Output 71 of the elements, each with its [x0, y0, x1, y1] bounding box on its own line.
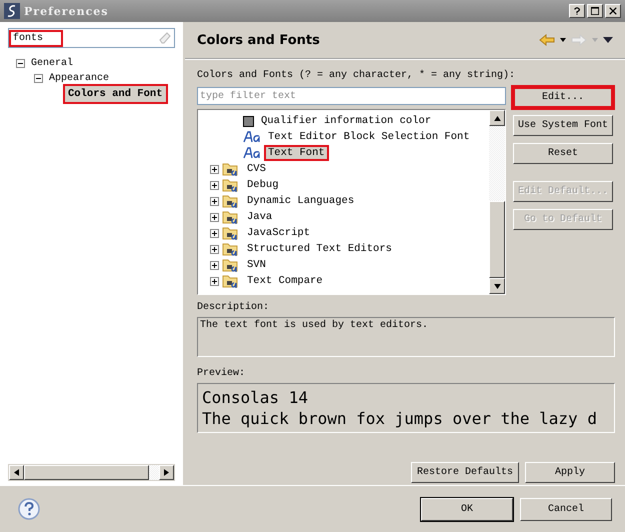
description-label: Description: — [197, 301, 270, 315]
close-icon — [609, 7, 617, 15]
expand-toggle[interactable] — [210, 228, 219, 238]
expand-toggle[interactable] — [210, 212, 219, 222]
close-button[interactable] — [605, 4, 621, 18]
page-button[interactable]: Apply — [525, 462, 615, 483]
filter-field[interactable]: fonts — [8, 28, 175, 48]
folder-font-icon — [222, 193, 240, 209]
window-title: Preferences — [24, 4, 108, 18]
side-button[interactable]: Use System Font — [513, 115, 613, 136]
type-filter-field[interactable]: type filter text — [197, 87, 506, 105]
folder-font-icon — [222, 209, 240, 225]
tree-category[interactable]: Structured Text Editors — [243, 241, 396, 257]
preview-label: Preview: — [197, 367, 246, 381]
tree-item[interactable]: Text Editor Block Selection Font — [264, 129, 474, 145]
tree-category[interactable]: CVS — [243, 161, 270, 177]
tree-item[interactable]: Qualifier information color — [257, 113, 436, 129]
page-title: Colors and Fonts — [197, 32, 320, 48]
view-menu-icon[interactable] — [603, 37, 613, 43]
nav-tree-item[interactable]: General — [27, 56, 78, 71]
scroll-thumb[interactable] — [24, 465, 149, 480]
app-logo-icon — [4, 3, 20, 19]
collapse-toggle[interactable] — [34, 74, 43, 83]
folder-font-icon — [222, 225, 240, 241]
expand-toggle[interactable] — [210, 244, 219, 254]
scroll-right-icon[interactable] — [164, 469, 169, 476]
nav-tree-item[interactable]: Appearance — [45, 71, 114, 86]
description-text: The text font is used by text editors. — [197, 317, 615, 357]
tree-category[interactable]: Java — [243, 209, 276, 225]
folder-font-icon — [222, 177, 240, 193]
filter-text: fonts — [9, 30, 64, 46]
preview-text: Consolas 14 — [202, 387, 309, 408]
preview-text: The quick brown fox jumps over the lazy d — [202, 408, 598, 429]
font-icon — [243, 147, 261, 159]
tree-category[interactable]: SVN — [243, 257, 270, 273]
nav-tree-item[interactable]: Colors and Font — [63, 84, 168, 104]
maximize-icon — [591, 7, 599, 15]
expand-toggle[interactable] — [210, 180, 219, 190]
page-button[interactable]: Restore Defaults — [411, 462, 519, 483]
font-icon — [243, 131, 261, 143]
scroll-down-icon[interactable] — [494, 284, 500, 288]
expand-toggle[interactable] — [210, 164, 219, 174]
tree-category[interactable]: Text Compare — [243, 273, 327, 289]
scroll-left-icon[interactable] — [14, 469, 19, 476]
folder-font-icon — [222, 257, 240, 273]
expand-toggle[interactable] — [210, 276, 219, 286]
dialog-button[interactable]: OK — [421, 498, 513, 520]
vertical-scrollbar[interactable] — [489, 110, 505, 294]
question-mark-icon — [573, 7, 581, 15]
scroll-up-icon[interactable] — [494, 116, 500, 120]
tree-category[interactable]: Debug — [243, 177, 283, 193]
side-button[interactable]: Reset — [513, 143, 613, 164]
folder-font-icon — [222, 161, 240, 177]
filter-label: Colors and Fonts (? = any character, * = any string): — [197, 69, 516, 83]
scroll-track[interactable] — [149, 465, 159, 480]
dialog-button[interactable]: Cancel — [520, 498, 612, 520]
help-icon[interactable] — [18, 498, 40, 520]
folder-font-icon — [222, 273, 240, 289]
maximize-button[interactable] — [587, 4, 603, 18]
expand-toggle[interactable] — [210, 196, 219, 206]
tree-category[interactable]: Dynamic Languages — [243, 193, 358, 209]
side-button[interactable]: Edit... — [513, 87, 613, 108]
expand-toggle[interactable] — [210, 260, 219, 270]
folder-font-icon — [222, 241, 240, 257]
tree-category[interactable]: JavaScript — [243, 225, 314, 241]
help-button[interactable] — [569, 4, 585, 18]
dropdown-caret-icon[interactable] — [560, 38, 566, 42]
scroll-thumb[interactable] — [489, 201, 505, 278]
tree-item[interactable]: Text Font — [264, 145, 329, 161]
collapse-toggle[interactable] — [16, 59, 25, 68]
horizontal-scrollbar[interactable] — [8, 464, 175, 481]
